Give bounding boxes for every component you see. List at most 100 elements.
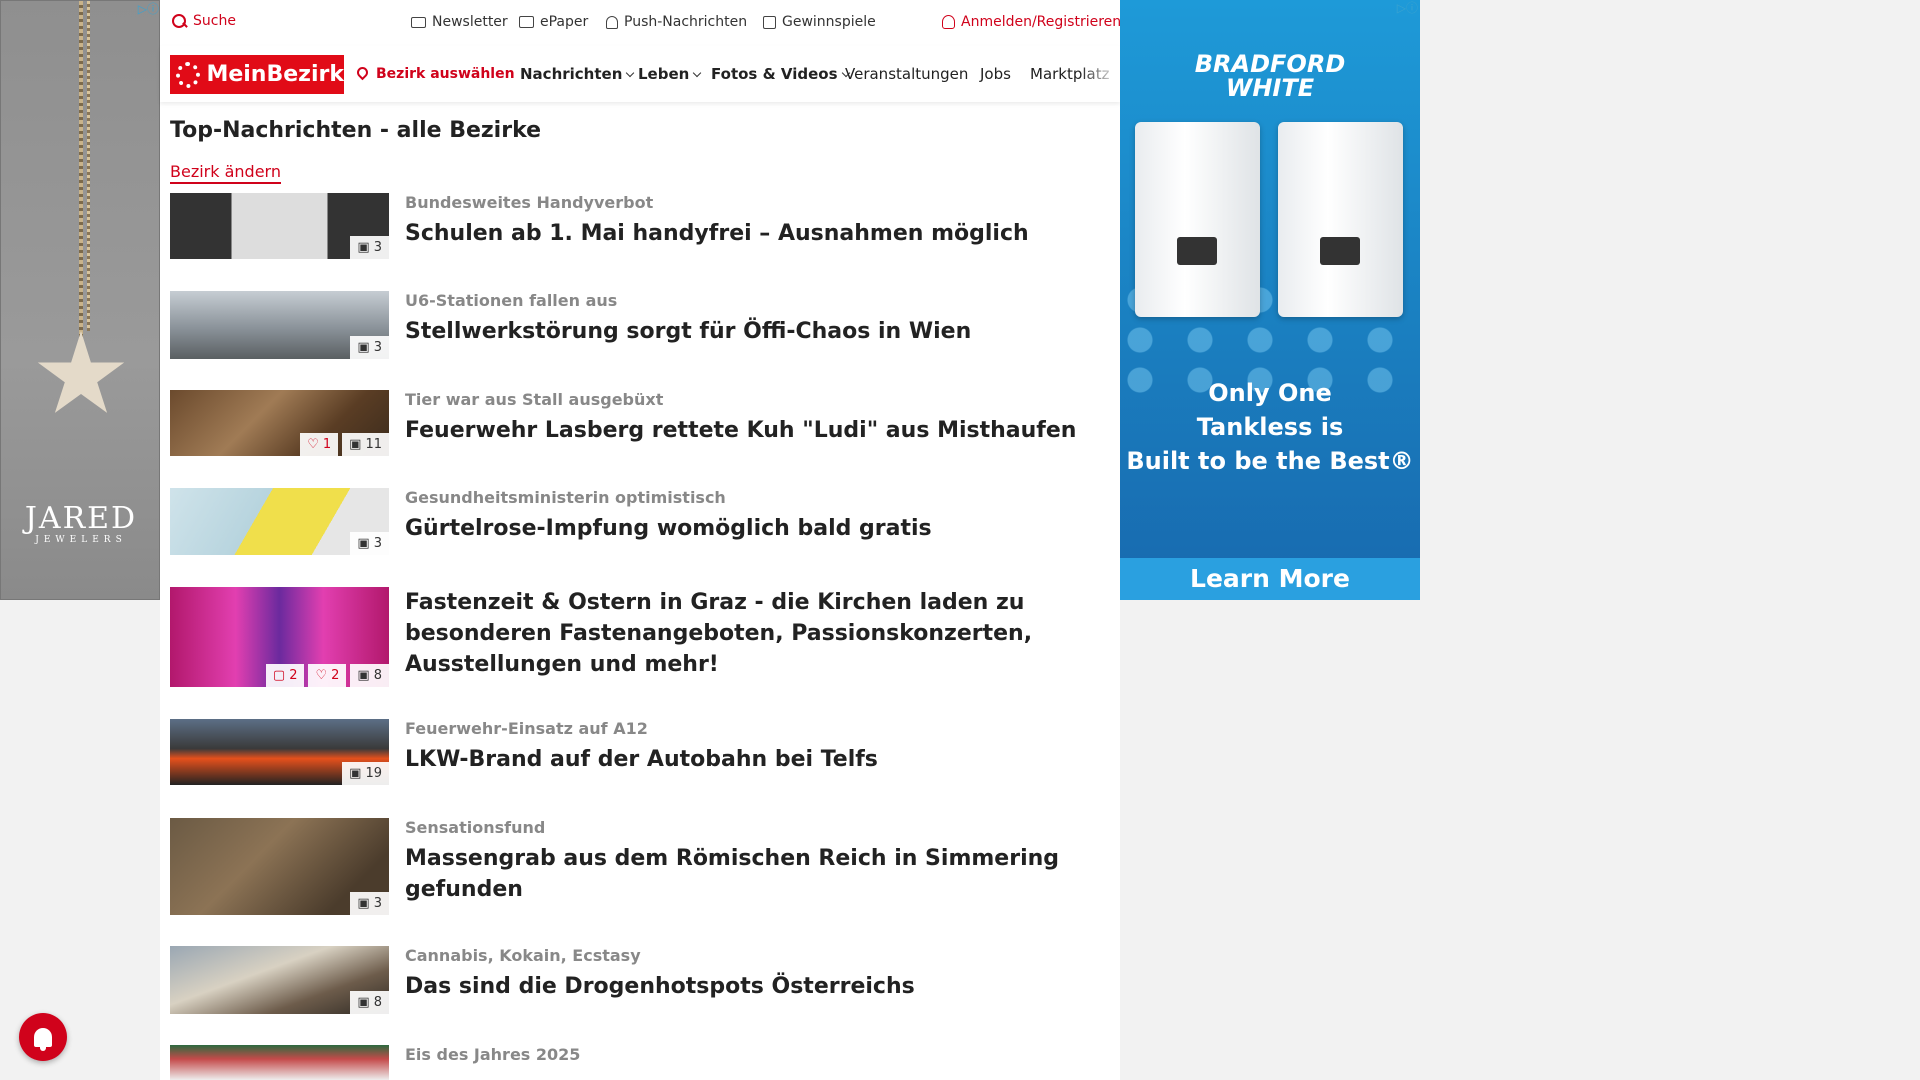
epaper-link[interactable]: ePaper <box>519 14 588 30</box>
article-item[interactable]: ▣ 3 Bundesweites Handyverbot Schulen ab 1… <box>170 193 1110 259</box>
article-badges: ▣ 3 <box>350 236 389 259</box>
envelope-icon <box>411 16 426 28</box>
image-count-badge: ▣ 3 <box>350 236 389 259</box>
ad-tagline-3: Built to be the Best® <box>1126 447 1414 475</box>
change-district-link[interactable]: Bezirk ändern <box>170 162 281 184</box>
article-item[interactable]: ▣ 3 U6-Stationen fallen aus Stellwerkstör… <box>170 291 1110 359</box>
image-count-badge: ▣ 8 <box>350 991 389 1014</box>
likes-badge: ♡ 1 <box>300 433 339 456</box>
nav-life[interactable]: Leben <box>638 65 702 83</box>
adchoices-icon[interactable]: ▷ⓘ <box>1390 1 1418 15</box>
article-thumbnail[interactable]: ▣ 3 <box>170 291 389 359</box>
user-icon <box>942 15 955 29</box>
ad-brand-line-2: WHITE <box>1225 74 1315 102</box>
ad-star-pendant <box>37 331 125 413</box>
nav-jobs[interactable]: Jobs <box>980 65 1011 83</box>
article-item[interactable]: ♡ 1 ▣ 11 Tier war aus Stall ausgebüxt Feue… <box>170 390 1110 456</box>
image-count: 19 <box>365 766 382 781</box>
article-kicker: Gesundheitsministerin optimistisch <box>405 488 726 507</box>
article-headline[interactable]: Fastenzeit & Ostern in Graz - die Kirche… <box>405 587 1105 680</box>
article-thumbnail[interactable]: ▣ 3 <box>170 193 389 259</box>
article-thumbnail[interactable]: ▢ 2 ♡ 2 ▣ 8 <box>170 587 389 687</box>
article-kicker: Sensationsfund <box>405 818 546 837</box>
nav-photos-videos[interactable]: Fotos & Videos <box>711 65 850 83</box>
article-item[interactable]: ▣ 3 Sensationsfund Massengrab aus dem Röm… <box>170 818 1110 915</box>
comment-icon: ▢ <box>272 668 286 683</box>
left-skyscraper-ad[interactable]: JARED JEWELERS ▷ⓘ <box>0 0 160 600</box>
nav-overflow-fade <box>1080 46 1120 102</box>
article-item[interactable]: ▣ 3 Gesundheitsministerin optimistisch Gü… <box>170 488 1110 555</box>
login-register-link[interactable]: Anmelden/Registrieren <box>942 14 1121 30</box>
push-notifications-link[interactable]: Push-Nachrichten <box>606 14 747 30</box>
heart-icon: ♡ <box>315 668 328 683</box>
article-kicker: Feuerwehr-Einsatz auf A12 <box>405 719 648 738</box>
article-kicker: Eis des Jahres 2025 <box>405 1045 581 1064</box>
right-skyscraper-ad[interactable]: BRADFORD WHITE Only One Tankless is Buil… <box>1120 0 1420 600</box>
article-headline[interactable]: Stellwerkstörung sorgt für Öffi-Chaos in… <box>405 316 1105 347</box>
heater-control-panel <box>1177 237 1217 265</box>
article-headline[interactable]: Gürtelrose-Impfung womöglich bald gratis <box>405 513 1105 544</box>
site-logo[interactable]: MeinBezirk <box>170 55 344 94</box>
epaper-label: ePaper <box>540 14 589 30</box>
search-link[interactable]: Suche <box>172 13 236 29</box>
article-kicker: Cannabis, Kokain, Ecstasy <box>405 946 641 965</box>
article-badges: ♡ 1 ▣ 11 <box>300 433 389 456</box>
gallery-icon: ▣ <box>357 536 370 551</box>
ad-brand-subtitle: JEWELERS <box>35 535 127 545</box>
gallery-icon: ▣ <box>357 995 370 1010</box>
newspaper-icon <box>519 16 534 28</box>
article-headline[interactable]: Schulen ab 1. Mai handyfrei – Ausnahmen … <box>405 218 1105 249</box>
image-count: 3 <box>373 240 382 255</box>
image-count: 8 <box>373 668 382 683</box>
article-headline[interactable]: Das sind die Drogenhotspots Österreichs <box>405 971 1105 1002</box>
chevron-down-icon <box>626 68 635 78</box>
article-item[interactable]: ▣ 8 Cannabis, Kokain, Ecstasy Das sind di… <box>170 946 1110 1014</box>
image-count-badge: ▣ 3 <box>350 532 389 555</box>
district-select-label: Bezirk auswählen <box>376 66 515 82</box>
location-pin-icon <box>354 64 371 81</box>
likes-badge: ♡ 2 <box>308 664 347 687</box>
ad-tagline-2: Tankless is <box>1196 413 1344 441</box>
article-headline[interactable]: Massengrab aus dem Römischen Reich in Si… <box>405 843 1105 905</box>
article-thumbnail[interactable]: ▣ 3 <box>170 818 389 915</box>
article-badges: ▣ 3 <box>350 532 389 555</box>
article-kicker: Bundesweites Handyverbot <box>405 193 654 212</box>
article-kicker: U6-Stationen fallen aus <box>405 291 618 310</box>
image-count-badge: ▣ 3 <box>350 336 389 359</box>
image-count: 3 <box>373 896 382 911</box>
bell-icon <box>606 15 618 29</box>
ad-brand-logo: BRADFORD WHITE <box>1120 52 1420 100</box>
article-kicker: Tier war aus Stall ausgebüxt <box>405 390 664 409</box>
nav-events[interactable]: Veranstaltungen <box>845 65 968 83</box>
ad-tagline-1: Only One <box>1208 379 1332 407</box>
article-item[interactable]: Eis des Jahres 2025 <box>170 1045 1110 1080</box>
ad-necklace-chain-2 <box>87 1 90 331</box>
article-thumbnail[interactable]: ▣ 8 <box>170 946 389 1014</box>
article-thumbnail[interactable]: ▣ 3 <box>170 488 389 555</box>
nav-news[interactable]: Nachrichten <box>520 65 635 83</box>
adchoices-icon[interactable]: ▷ⓘ <box>131 2 159 16</box>
gallery-icon: ▣ <box>357 896 370 911</box>
image-count: 3 <box>373 536 382 551</box>
article-thumbnail[interactable]: ♡ 1 ▣ 11 <box>170 390 389 456</box>
article-badges: ▣ 3 <box>350 892 389 915</box>
gallery-icon: ▣ <box>357 668 370 683</box>
article-thumbnail[interactable]: ▣ 19 <box>170 719 389 785</box>
article-item[interactable]: ▣ 19 Feuerwehr-Einsatz auf A12 LKW-Brand … <box>170 719 1110 785</box>
heart-icon: ♡ <box>307 437 319 452</box>
article-badges: ▢ 2 ♡ 2 ▣ 8 <box>265 664 389 687</box>
gallery-icon: ▣ <box>357 340 370 355</box>
district-select[interactable]: Bezirk auswählen <box>354 64 515 82</box>
ad-learn-more-button[interactable]: Learn More <box>1120 558 1420 600</box>
games-link[interactable]: Gewinnspiele <box>763 14 876 30</box>
article-item[interactable]: ▢ 2 ♡ 2 ▣ 8 Fastenzeit & Ostern in Graz - d… <box>170 587 1110 687</box>
image-count-badge: ▣ 11 <box>342 433 389 456</box>
image-count: 3 <box>373 340 382 355</box>
newsletter-link[interactable]: Newsletter <box>411 14 508 30</box>
article-badges: ▣ 3 <box>350 336 389 359</box>
article-thumbnail[interactable] <box>170 1045 389 1080</box>
article-headline[interactable]: Feuerwehr Lasberg rettete Kuh "Ludi" aus… <box>405 415 1105 446</box>
notification-bell-button[interactable] <box>19 1013 67 1061</box>
article-headline[interactable]: LKW-Brand auf der Autobahn bei Telfs <box>405 744 1105 775</box>
ad-brand-name: JARED <box>24 501 138 536</box>
